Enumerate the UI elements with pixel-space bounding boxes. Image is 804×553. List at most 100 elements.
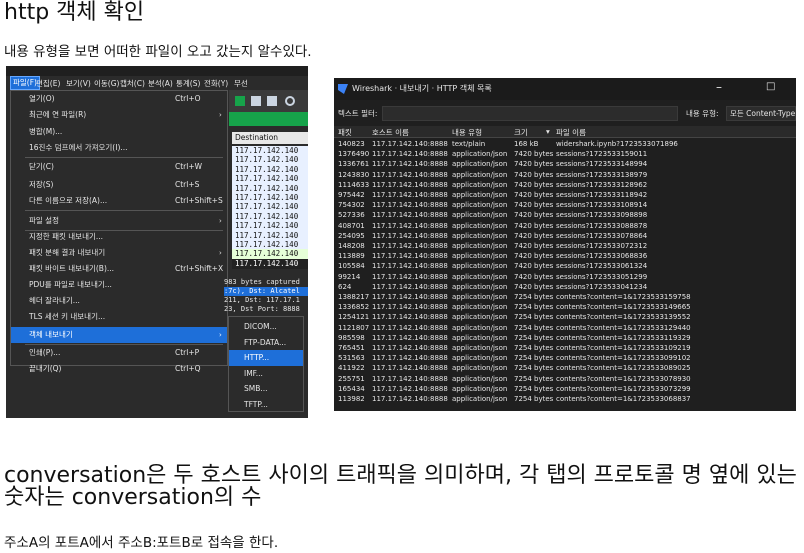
table-cell: 1336761 [338, 160, 370, 169]
packet-detail-line: 23, Dst Port: 8888 [224, 305, 300, 313]
file-menu-item[interactable]: 패킷 바이트 내보내기(B)... Ctrl+Shift+X [11, 261, 227, 277]
destination-column-header[interactable]: Destination [232, 132, 308, 144]
table-row[interactable]: 1376490 117.17.142.140:8888 application/js… [334, 150, 796, 159]
column-header[interactable]: 패킷 [338, 127, 352, 138]
minimize-icon[interactable]: – [716, 80, 722, 94]
display-filter-bar[interactable] [229, 112, 308, 126]
table-row[interactable]: 1254121 117.17.142.140:8888 application/js… [334, 313, 796, 322]
table-cell: 7420 bytes [514, 252, 554, 261]
text-filter-label: 텍스트 필터: [338, 109, 378, 118]
table-cell: application/json [452, 344, 508, 352]
maximize-icon[interactable]: □ [766, 81, 775, 92]
file-menu-item[interactable]: 인쇄(P)... Ctrl+P [11, 345, 227, 361]
table-cell: contents?content=1&1723533109219 [556, 344, 691, 352]
destination-cell[interactable]: 117.17.142.140 [232, 258, 308, 269]
export-objects-option[interactable]: FTP-DATA... [229, 335, 303, 351]
table-row[interactable]: 624 117.17.142.140:8888 application/json 74… [334, 283, 796, 292]
table-cell: 411922 [338, 364, 365, 373]
table-row[interactable]: 99214 117.17.142.140:8888 application/json… [334, 273, 796, 282]
file-menu-item[interactable]: 닫기(C) Ctrl+W [11, 159, 227, 175]
file-menu-item[interactable]: 저장(S) Ctrl+S [11, 177, 227, 193]
table-row[interactable]: 140823 117.17.142.140:8888 text/plain 168 k… [334, 140, 796, 149]
file-menu-item[interactable]: 헤더 잘라내기... [11, 293, 227, 309]
menubar-item[interactable]: 캡처(C) [120, 78, 145, 89]
menubar-item[interactable]: 무선 [234, 78, 248, 89]
table-row[interactable]: 148208 117.17.142.140:8888 application/jso… [334, 242, 796, 251]
menubar-item[interactable]: 편집(E) [36, 78, 60, 89]
menu-item-shortcut: Ctrl+S [175, 180, 200, 189]
shark-fin-icon[interactable] [235, 96, 245, 106]
table-row[interactable]: 1243830 117.17.142.140:8888 application/js… [334, 171, 796, 180]
column-header[interactable]: 호스트 이름 [372, 127, 409, 138]
sort-arrow-icon: ▾ [546, 127, 550, 136]
table-row[interactable]: 754302 117.17.142.140:8888 application/jso… [334, 201, 796, 210]
table-row[interactable]: 254095 117.17.142.140:8888 application/jso… [334, 232, 796, 241]
table-row[interactable]: 975442 117.17.142.140:8888 application/jso… [334, 191, 796, 200]
column-header[interactable]: 내용 유형 [452, 127, 482, 138]
text-filter-input[interactable] [382, 106, 678, 121]
table-cell: 7254 bytes [514, 344, 554, 352]
table-row[interactable]: 1114633 117.17.142.140:8888 application/js… [334, 181, 796, 190]
menubar-item[interactable]: 이동(G) [94, 78, 119, 89]
table-cell: application/json [452, 252, 508, 261]
column-header[interactable]: 크기 [514, 127, 528, 138]
table-row[interactable]: 113889 117.17.142.140:8888 application/jso… [334, 252, 796, 261]
table-row[interactable]: 765451 117.17.142.140:8888 application/jso… [334, 344, 796, 353]
table-cell: 117.17.142.140:8888 [372, 180, 448, 189]
table-row[interactable]: 411922 117.17.142.140:8888 application/jso… [334, 364, 796, 373]
file-menu-item[interactable]: 병합(M)... [11, 124, 227, 140]
menu-item-label: 헤더 잘라내기... [29, 296, 80, 305]
export-objects-option[interactable]: TFTP... [229, 397, 303, 413]
file-menu-item[interactable]: PDU를 파일로 내보내기... [11, 277, 227, 293]
menubar-item[interactable]: 분석(A) [148, 78, 173, 89]
file-menu-item[interactable]: 열기(O) Ctrl+O [11, 91, 227, 107]
table-cell: 7420 bytes [514, 180, 554, 189]
table-cell: application/json [452, 384, 508, 393]
table-row[interactable]: 1336852 117.17.142.140:8888 application/js… [334, 303, 796, 312]
table-row[interactable]: 255751 117.17.142.140:8888 application/jso… [334, 375, 796, 384]
export-objects-option[interactable]: HTTP... [229, 350, 303, 366]
menubar-item[interactable]: 보기(V) [66, 78, 91, 89]
menubar-item[interactable]: 통계(S) [176, 78, 200, 89]
table-row[interactable]: 1121807 117.17.142.140:8888 application/js… [334, 324, 796, 333]
menu-item-label: 16진수 덤프에서 가져오기(I)... [29, 143, 128, 152]
file-menu-item[interactable]: 최근에 연 파일(R) › [11, 107, 227, 123]
export-objects-option[interactable]: IMF... [229, 366, 303, 382]
table-row[interactable]: 105584 117.17.142.140:8888 application/jso… [334, 262, 796, 271]
menu-item-shortcut: Ctrl+Q [175, 364, 201, 373]
file-menu-item[interactable]: 끝내기(Q) Ctrl+Q [11, 361, 227, 377]
file-menu-item[interactable]: 패킷 분해 결과 내보내기 › [11, 245, 227, 261]
table-cell: application/json [452, 211, 508, 220]
column-header[interactable]: 파일 이름 [556, 127, 586, 138]
table-row[interactable]: 1388217 117.17.142.140:8888 application/js… [334, 293, 796, 302]
table-row[interactable]: 408701 117.17.142.140:8888 application/jso… [334, 222, 796, 231]
table-cell: 754302 [338, 201, 365, 210]
file-menu-item[interactable]: TLS 세션 키 내보내기... [11, 309, 227, 325]
save-icon[interactable] [267, 96, 277, 106]
menu-item-label: 닫기(C) [29, 162, 54, 171]
table-cell: application/json [452, 282, 508, 291]
table-cell: sessions?1723533068836 [556, 252, 648, 261]
file-menu-item[interactable]: 객체 내보내기 › [11, 327, 227, 343]
zoom-icon[interactable] [285, 96, 295, 106]
content-type-select[interactable]: 모든 Content-Types [726, 106, 796, 121]
menubar-item[interactable]: 전화(Y) [204, 78, 228, 89]
table-row[interactable]: 165434 117.17.142.140:8888 application/jso… [334, 385, 796, 394]
file-menu-item[interactable]: 16진수 덤프에서 가져오기(I)... [11, 140, 227, 156]
table-row[interactable]: 527336 117.17.142.140:8888 application/jso… [334, 211, 796, 220]
file-menu-item[interactable]: 지정한 패킷 내보내기... [11, 229, 227, 245]
menu-divider [25, 157, 223, 158]
table-cell: sessions?1723533098898 [556, 211, 648, 220]
menu-divider [25, 344, 223, 345]
table-row[interactable]: 1336761 117.17.142.140:8888 application/js… [334, 160, 796, 169]
export-objects-option[interactable]: DICOM... [229, 319, 303, 335]
table-cell: 105584 [338, 262, 365, 271]
table-row[interactable]: 531563 117.17.142.140:8888 application/jso… [334, 354, 796, 363]
file-menu-item[interactable]: 파일 설정 › [11, 213, 227, 229]
table-row[interactable]: 985598 117.17.142.140:8888 application/jso… [334, 334, 796, 343]
table-cell: 117.17.142.140:8888 [372, 160, 448, 169]
table-row[interactable]: 113982 117.17.142.140:8888 application/jso… [334, 395, 796, 404]
file-menu-item[interactable]: 다른 이름으로 저장(A)... Ctrl+Shift+S [11, 193, 227, 209]
open-file-icon[interactable] [251, 96, 261, 106]
export-objects-option[interactable]: SMB... [229, 381, 303, 397]
